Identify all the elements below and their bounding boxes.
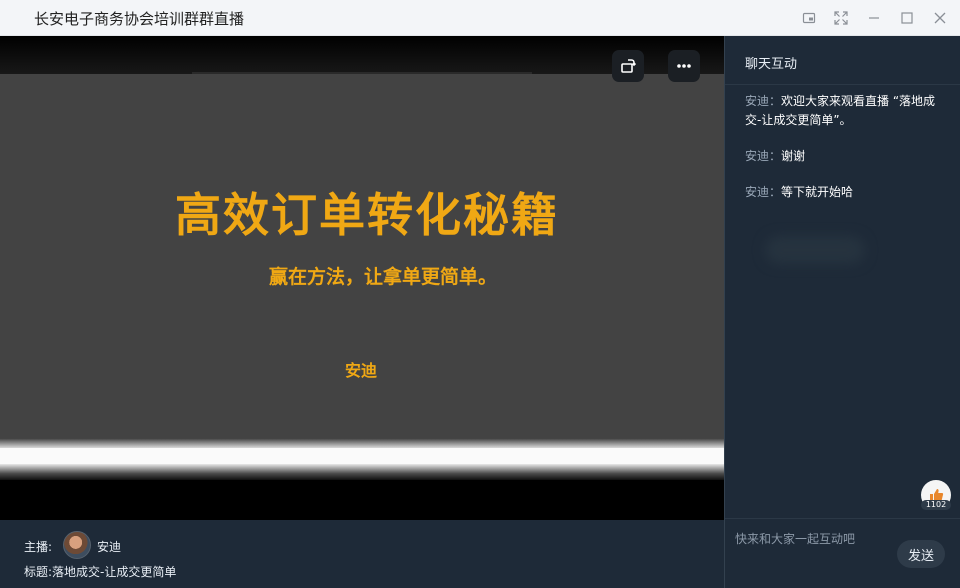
presentation-slide: 高效订单转化秘籍 赢在方法，让拿单更简单。 安迪 <box>0 74 724 444</box>
chat-input[interactable] <box>735 528 895 550</box>
topic-label: 标题: <box>24 565 53 579</box>
chat-message: 安迪：欢迎大家来观看直播 “落地成交-让成交更简单”。 <box>745 92 945 130</box>
slide-author: 安迪 <box>344 361 377 380</box>
divider <box>725 518 960 519</box>
video-band <box>0 438 724 448</box>
like-count: 1102 <box>921 500 951 510</box>
fullscreen-button[interactable] <box>831 8 851 28</box>
message-text: 谢谢 <box>781 149 806 163</box>
chat-message: 安迪：等下就开始哈 <box>745 183 945 202</box>
maximize-button[interactable] <box>897 8 917 28</box>
message-text: 等下就开始哈 <box>781 185 854 199</box>
slide-title: 高效订单转化秘籍 <box>175 188 559 242</box>
video-player[interactable]: 高效订单转化秘籍 赢在方法，让拿单更简单。 安迪 <box>0 36 724 520</box>
stream-info-bar: 主播: 安迪 标题:落地成交-让成交更简单 <box>0 520 724 588</box>
message-sender: 安迪： <box>745 185 782 199</box>
more-dots-icon <box>677 64 691 68</box>
mini-window-button[interactable] <box>799 8 819 28</box>
window-title: 长安电子商务协会培训群群直播 <box>34 10 245 28</box>
topic-text: 落地成交-让成交更简单 <box>52 565 177 579</box>
message-sender: 安迪： <box>745 149 782 163</box>
blurred-placeholder <box>765 236 865 264</box>
maximize-icon <box>901 12 913 24</box>
title-bar: 长安电子商务协会培训群群直播 <box>0 0 960 36</box>
divider <box>725 84 960 85</box>
chat-title: 聊天互动 <box>745 57 798 72</box>
video-band <box>0 464 724 480</box>
rotate-screen-icon <box>621 59 637 73</box>
avatar[interactable] <box>63 531 91 559</box>
slide-subtitle: 赢在方法，让拿单更简单。 <box>268 266 497 288</box>
close-button[interactable] <box>930 8 950 28</box>
more-options-button[interactable] <box>668 50 700 82</box>
stream-topic: 标题:落地成交-让成交更简单 <box>24 563 176 580</box>
message-sender: 安迪： <box>745 94 782 108</box>
chat-panel: 聊天互动 安迪：欢迎大家来观看直播 “落地成交-让成交更简单”。 安迪：谢谢 安… <box>724 36 960 588</box>
chat-message: 安迪：谢谢 <box>745 147 945 166</box>
minimize-button[interactable] <box>864 8 884 28</box>
host-label: 主播: <box>24 540 53 554</box>
expand-icon <box>834 11 848 25</box>
minimize-icon <box>869 17 879 19</box>
rotate-screen-button[interactable] <box>612 50 644 82</box>
host-name: 安迪 <box>97 540 122 554</box>
send-button[interactable]: 发送 <box>897 540 945 568</box>
close-icon <box>934 12 946 24</box>
video-band <box>0 448 724 464</box>
picture-in-picture-icon <box>802 12 816 24</box>
